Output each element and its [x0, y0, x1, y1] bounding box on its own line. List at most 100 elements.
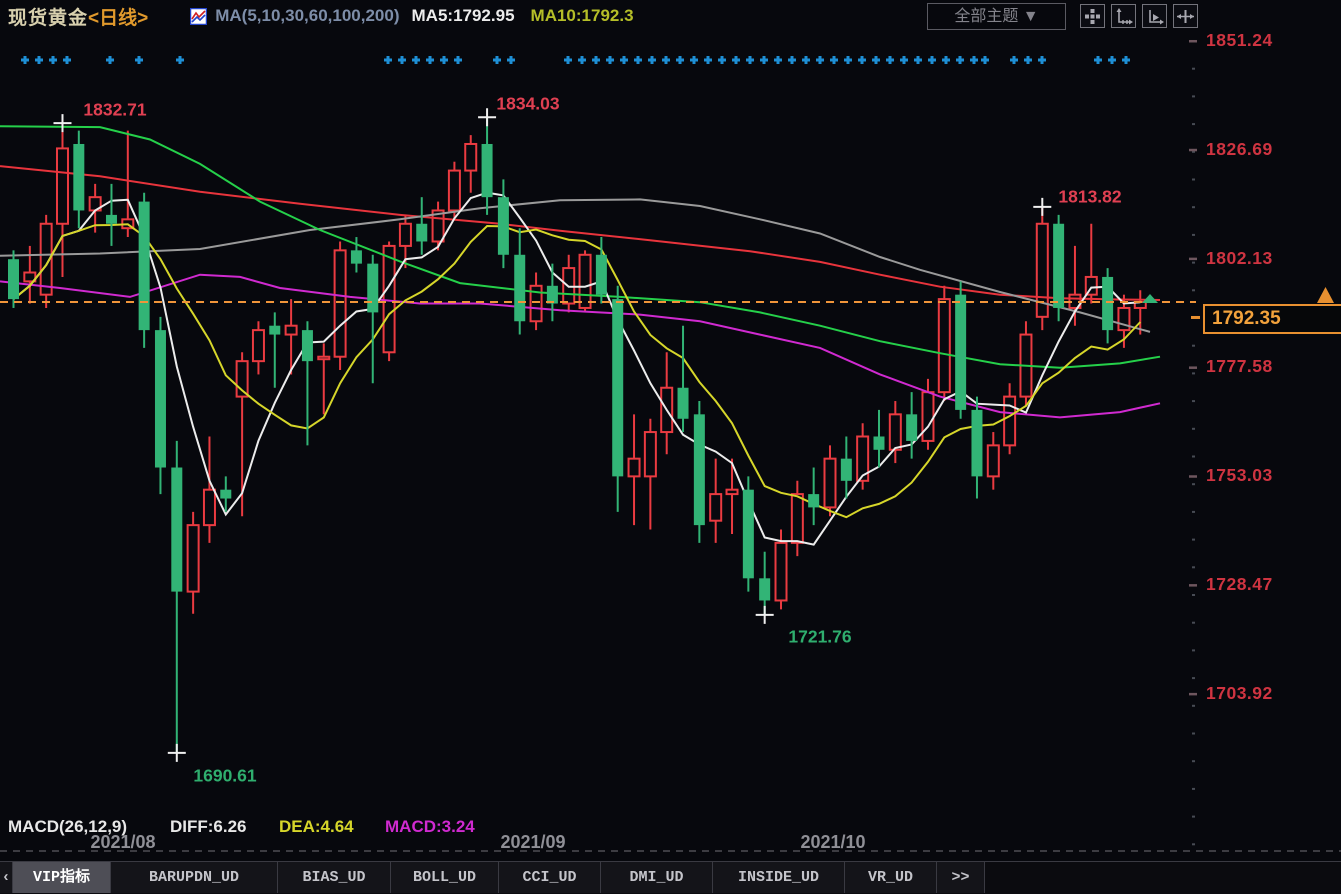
candle-body-down	[139, 202, 150, 331]
candle-body-down	[759, 578, 770, 600]
axis-label: 1802.13	[1206, 248, 1273, 269]
candle-body-down	[1053, 224, 1064, 308]
candle-body-down	[841, 459, 852, 481]
candle-body-down	[547, 286, 558, 304]
signal-dot	[454, 56, 462, 64]
signal-dot	[564, 56, 572, 64]
signal-dot	[634, 56, 642, 64]
ma10-value: MA10:1792.3	[531, 6, 634, 26]
tab-more-indicators[interactable]: >>	[937, 862, 985, 893]
candle-body-up	[988, 445, 999, 476]
axis-major-tick	[1189, 149, 1197, 152]
axis-minor-tick	[1192, 649, 1195, 651]
tab-vip-indicators[interactable]: VIP指标	[13, 862, 111, 893]
candlestick-chart-canvas[interactable]	[0, 0, 1341, 862]
candle-body-down	[351, 250, 362, 263]
signal-dot	[1108, 56, 1116, 64]
signal-dots	[21, 56, 1130, 64]
axis-label: 1826.69	[1206, 139, 1273, 160]
axis-major-tick	[1189, 40, 1197, 43]
tab-vr-ud[interactable]: VR_UD	[845, 862, 937, 893]
candle-body-down	[8, 259, 19, 299]
candle-body-up	[792, 494, 803, 543]
signal-dot	[844, 56, 852, 64]
tab-inside-ud[interactable]: INSIDE_UD	[713, 862, 845, 893]
tab-scroll-left[interactable]: ‹	[0, 862, 13, 893]
signal-dot	[816, 56, 824, 64]
axis-minor-tick	[1192, 483, 1195, 485]
signal-dot	[1122, 56, 1130, 64]
candle-body-up	[580, 255, 591, 308]
candle-body-up	[629, 459, 640, 477]
candle-body-down	[1102, 277, 1113, 330]
axis-minor-tick	[1192, 428, 1195, 430]
candle-body-up	[710, 494, 721, 521]
axis-label: 1753.03	[1206, 465, 1273, 486]
candle-body-up	[286, 326, 297, 335]
signal-dot	[928, 56, 936, 64]
axis-price-arrow-icon	[1317, 287, 1334, 303]
axis-major-tick	[1189, 475, 1197, 478]
axis-minor-tick	[1192, 594, 1195, 596]
signal-dot	[384, 56, 392, 64]
axis-minor-tick	[1192, 456, 1195, 458]
candle-body-down	[498, 197, 509, 255]
axis-minor-tick	[1192, 179, 1195, 181]
candle-body-up	[465, 144, 476, 171]
candle-body-down	[873, 436, 884, 449]
indicator-tab-bar: ‹VIP指标BARUPDN_UDBIAS_UDBOLL_UDCCI_UDDMI_…	[0, 861, 1341, 894]
signal-dot	[63, 56, 71, 64]
axis-label: 1851.24	[1206, 30, 1273, 51]
candle-body-up	[922, 392, 933, 441]
tab-cci-ud[interactable]: CCI_UD	[499, 862, 601, 893]
price-annotation-low: 1721.76	[788, 627, 851, 648]
axis-minor-tick	[1192, 760, 1195, 762]
extreme-cross-marker	[478, 108, 496, 126]
axis-major-tick	[1189, 584, 1197, 587]
signal-dot	[578, 56, 586, 64]
candle-body-down	[155, 330, 166, 467]
signal-dot	[135, 56, 143, 64]
axis-minor-tick	[1192, 677, 1195, 679]
price-annotation-high: 1834.03	[496, 94, 559, 115]
candle-body-down	[73, 144, 84, 210]
signal-dot	[981, 56, 989, 64]
macd-diff-value: DIFF:6.26	[170, 817, 247, 837]
candle-body-up	[253, 330, 264, 361]
axis-minor-tick	[1192, 733, 1195, 735]
ma-line-ma60	[0, 126, 1160, 367]
signal-dot	[900, 56, 908, 64]
candle-body-down	[596, 255, 607, 295]
price-annotation-high: 1813.82	[1058, 187, 1121, 208]
ma5-value: MA5:1792.95	[412, 6, 515, 26]
signal-dot	[412, 56, 420, 64]
ma-line-ma5	[14, 193, 1141, 545]
candle-body-up	[318, 357, 329, 360]
tab-dmi-ud[interactable]: DMI_UD	[601, 862, 713, 893]
signal-dot	[830, 56, 838, 64]
signal-dot	[21, 56, 29, 64]
signal-dot	[176, 56, 184, 64]
signal-dot	[440, 56, 448, 64]
candle-body-up	[776, 543, 787, 601]
axis-minor-tick	[1192, 262, 1195, 264]
axis-minor-tick	[1192, 539, 1195, 541]
macd-dea-value: DEA:4.64	[279, 817, 354, 837]
extreme-cross-marker	[53, 114, 71, 132]
axis-minor-tick	[1192, 705, 1195, 707]
ma-line-ma10	[14, 224, 1141, 517]
chart-type-icon	[190, 8, 207, 25]
signal-dot	[398, 56, 406, 64]
signal-dot	[760, 56, 768, 64]
tab-barupdn-ud[interactable]: BARUPDN_UD	[111, 862, 278, 893]
indicator-readout: MACD(26,12,9) DIFF:6.26 DEA:4.64 MACD:3.…	[0, 817, 1341, 841]
axis-minor-tick	[1192, 566, 1195, 568]
signal-dot	[802, 56, 810, 64]
candle-body-down	[955, 295, 966, 410]
tab-boll-ud[interactable]: BOLL_UD	[391, 862, 499, 893]
candle-body-up	[384, 246, 395, 352]
axis-label: 1703.92	[1206, 683, 1273, 704]
signal-dot	[49, 56, 57, 64]
tab-bias-ud[interactable]: BIAS_UD	[278, 862, 391, 893]
candle-body-down	[367, 264, 378, 313]
